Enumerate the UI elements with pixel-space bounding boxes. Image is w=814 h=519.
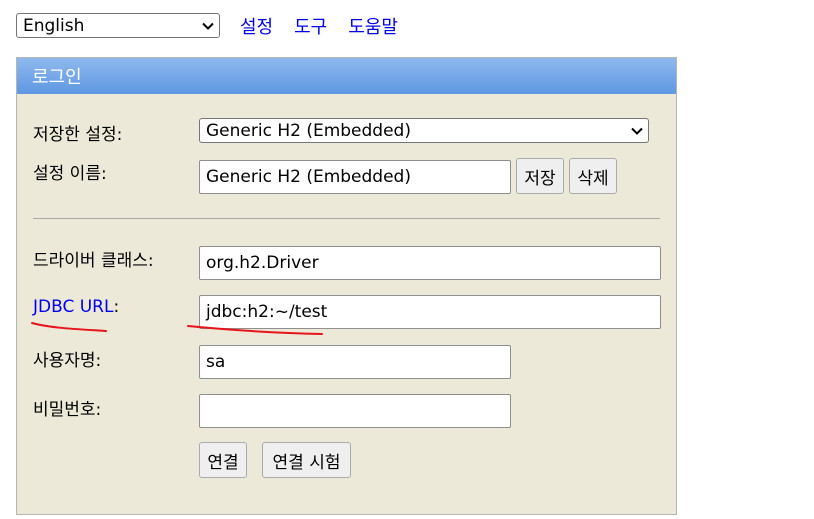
setting-name-input[interactable]: Generic H2 (Embedded) [199,160,511,194]
help-link[interactable]: 도움말 [348,13,398,39]
setting-name-label: 설정 이름: [33,164,107,184]
save-button[interactable]: 저장 [516,158,564,194]
test-connection-button[interactable]: 연결 시험 [262,442,351,478]
jdbc-url-label: JDBC URL: [33,297,119,317]
settings-link[interactable]: 설정 [240,13,273,39]
language-select-value: English [23,15,85,36]
password-label: 비밀번호: [33,400,102,420]
driver-class-input[interactable]: org.h2.Driver [199,246,661,280]
jdbc-url-input[interactable]: jdbc:h2:~/test [199,295,661,329]
chevron-down-icon [202,22,214,30]
delete-button[interactable]: 삭제 [569,158,617,194]
login-title: 로그인 [32,67,82,88]
saved-settings-value: Generic H2 (Embedded) [206,120,411,141]
driver-class-label: 드라이버 클래스: [33,251,154,271]
username-label: 사용자명: [33,351,102,371]
password-input[interactable] [199,394,511,428]
jdbc-url-link[interactable]: JDBC URL [33,297,113,317]
login-panel: 로그인 저장한 설정: Generic H2 (Embedded) 설정 이름:… [16,57,677,515]
chevron-down-icon [631,127,643,135]
divider [33,218,660,219]
tools-link[interactable]: 도구 [294,13,327,39]
username-input[interactable]: sa [199,345,511,379]
language-select[interactable]: English [16,13,220,38]
saved-settings-select[interactable]: Generic H2 (Embedded) [199,118,649,143]
jdbc-url-colon: : [113,297,120,317]
top-bar: English 설정 도구 도움말 [16,12,398,39]
login-panel-header: 로그인 [17,58,676,94]
connect-button[interactable]: 연결 [199,442,247,478]
saved-settings-label: 저장한 설정: [33,125,123,145]
